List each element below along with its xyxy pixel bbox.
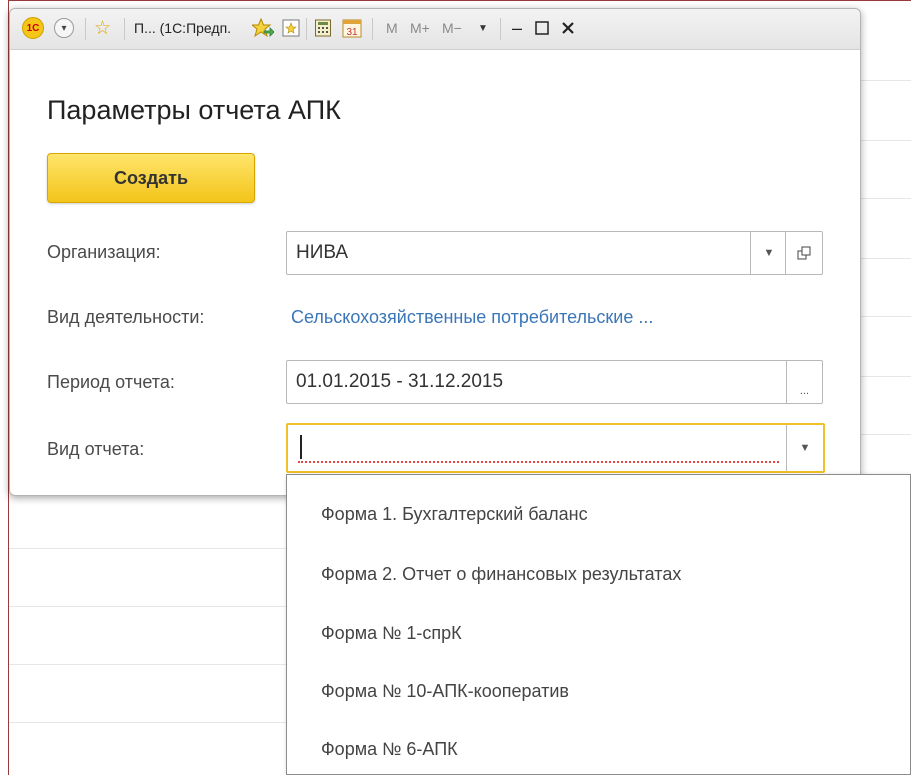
bg-row-line xyxy=(860,258,911,259)
bg-row-line xyxy=(860,140,911,141)
separator xyxy=(306,18,307,40)
period-field[interactable]: 01.01.2015 - 31.12.2015 ... xyxy=(286,360,823,404)
dropdown-item[interactable]: Форма № 1-спрК xyxy=(321,623,462,644)
create-button[interactable]: Создать xyxy=(47,153,255,203)
open-icon[interactable] xyxy=(785,232,822,274)
window-title: П... (1С:Предп. xyxy=(134,20,232,36)
chevron-down-icon[interactable]: ▼ xyxy=(786,425,823,471)
page-title: Параметры отчета АПК xyxy=(47,95,341,125)
minimize-icon[interactable]: – xyxy=(512,17,522,39)
period-label: Период отчета: xyxy=(47,372,175,392)
star-favorite-icon[interactable]: ☆ xyxy=(94,17,111,39)
maximize-icon[interactable] xyxy=(534,17,550,39)
dropdown-item[interactable]: Форма № 10-АПК-кооператив xyxy=(321,681,569,702)
bg-row-line xyxy=(860,376,911,377)
dropdown-item[interactable]: Форма 2. Отчет о финансовых результатах xyxy=(321,564,681,585)
dropdown-circle-icon[interactable]: ▾ xyxy=(54,18,74,38)
dropdown-item[interactable]: Форма № 6-АПК xyxy=(321,739,458,760)
activity-link[interactable]: Сельскохозяйственные потребительские ... xyxy=(291,307,653,328)
forward-star-icon[interactable] xyxy=(252,17,274,39)
separator xyxy=(500,18,501,40)
period-value: 01.01.2015 - 31.12.2015 xyxy=(296,371,504,392)
calculator-icon[interactable] xyxy=(314,17,332,39)
separator xyxy=(124,18,125,40)
bg-row-line xyxy=(860,80,911,81)
select-period-button[interactable]: ... xyxy=(786,361,822,403)
separator xyxy=(372,18,373,40)
memory-minus-button[interactable]: M− xyxy=(442,17,462,39)
calendar-icon[interactable]: 31 xyxy=(342,17,362,39)
bg-row-line xyxy=(860,316,911,317)
report-type-dropdown: Форма 1. Бухгалтерский баланс Форма 2. О… xyxy=(286,474,911,775)
bg-row-line xyxy=(860,198,911,199)
activity-label: Вид деятельности: xyxy=(47,307,205,327)
bg-row-line xyxy=(9,606,286,607)
chevron-down-icon[interactable]: ▼ xyxy=(478,17,488,39)
svg-text:31: 31 xyxy=(346,27,358,38)
close-icon[interactable] xyxy=(560,17,576,39)
organization-field[interactable]: НИВА ▼ xyxy=(286,231,823,275)
logo-1c-icon[interactable]: 1С xyxy=(22,17,44,39)
dropdown-item[interactable]: Форма 1. Бухгалтерский баланс xyxy=(321,504,588,525)
separator xyxy=(85,18,86,40)
organization-label: Организация: xyxy=(47,242,161,262)
bg-row-line xyxy=(9,548,286,549)
memory-m-button[interactable]: M xyxy=(386,17,398,39)
report-params-window: 1С ▾ ☆ П... (1С:Предп. 31 M M+ M− ▼ – Па… xyxy=(9,8,861,496)
memory-plus-button[interactable]: M+ xyxy=(410,17,430,39)
bg-row-line xyxy=(9,722,286,723)
text-caret xyxy=(300,435,302,459)
report-type-label: Вид отчета: xyxy=(47,439,145,459)
bg-row-line xyxy=(9,664,286,665)
titlebar: 1С ▾ ☆ П... (1С:Предп. 31 M M+ M− ▼ – xyxy=(10,9,860,50)
chevron-down-icon[interactable]: ▼ xyxy=(750,232,787,274)
bookmark-icon[interactable] xyxy=(282,17,300,39)
required-underline xyxy=(298,461,779,463)
organization-value: НИВА xyxy=(296,242,349,263)
bg-row-line xyxy=(860,434,911,435)
report-type-input[interactable]: ▼ xyxy=(286,423,825,473)
